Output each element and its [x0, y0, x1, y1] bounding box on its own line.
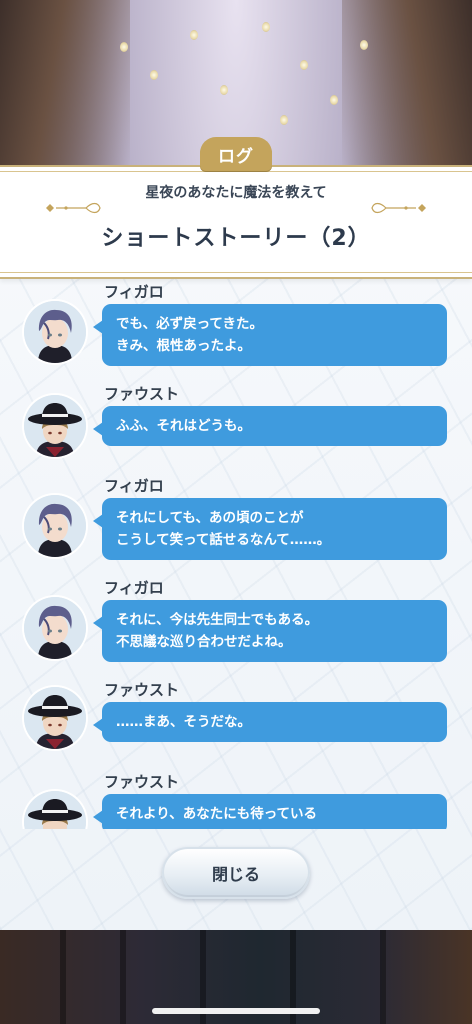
figaro-avatar-icon: [24, 495, 86, 557]
chandelier-light: [220, 85, 228, 95]
speaker-name: フィガロ: [104, 477, 164, 495]
dialogue-bubble: それより、あなたにも待っている: [93, 794, 447, 829]
chandelier-light: [360, 40, 368, 50]
close-button[interactable]: 閉じる: [162, 847, 310, 899]
chandelier-light: [190, 30, 198, 40]
home-indicator[interactable]: [152, 1008, 320, 1014]
right-pillar: [342, 0, 472, 175]
speaker-name: ファウスト: [104, 385, 180, 403]
dialogue-bubble: それにしても、あの頃のことが こうして笑って話せるなんて……。: [93, 498, 447, 560]
log-tab: ログ: [200, 137, 272, 171]
dialogue-bubble: でも、必ず戻ってきた。 きみ、根性あったよ。: [93, 304, 447, 366]
chandelier-light: [262, 22, 270, 32]
chandelier-light: [280, 115, 288, 125]
figaro-avatar-icon: [24, 301, 86, 363]
faust-avatar-icon: [24, 791, 86, 829]
dialogue-bubble: それに、今は先生同士でもある。 不思議な巡り合わせだよね。: [93, 600, 447, 662]
speaker-name: ファウスト: [104, 773, 180, 791]
dialogue-bubble: ふふ、それはどうも。: [93, 406, 447, 446]
dialogue-log-list[interactable]: フィガロ でも、必ず戻ってきた。 きみ、根性あったよ。 ファウスト ふふ、それは…: [0, 279, 472, 829]
faust-avatar-icon: [24, 687, 86, 749]
ornament-divider: [46, 202, 426, 214]
left-pillar: [0, 0, 130, 175]
speaker-name: フィガロ: [104, 579, 164, 597]
chandelier-light: [330, 95, 338, 105]
story-subtitle: 星夜のあなたに魔法を教えて: [145, 185, 327, 201]
figaro-avatar-icon: [24, 597, 86, 659]
chandelier-light: [300, 60, 308, 70]
speaker-name: ファウスト: [104, 681, 180, 699]
chandelier-light: [150, 70, 158, 80]
faust-avatar-icon: [24, 395, 86, 457]
chandelier-light: [120, 42, 128, 52]
speaker-name: フィガロ: [104, 283, 164, 301]
dialogue-bubble: ……まあ、そうだな。: [93, 702, 447, 742]
story-title: ショートストーリー（2）: [101, 226, 371, 251]
